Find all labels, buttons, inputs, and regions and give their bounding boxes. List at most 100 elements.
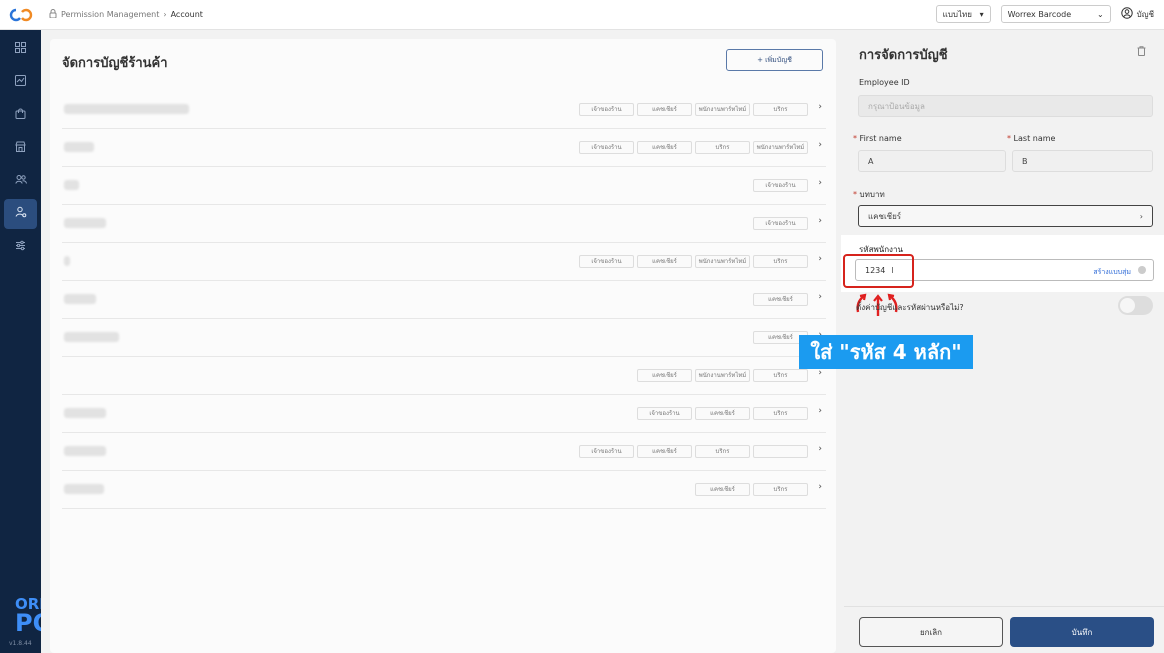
role-tag: เจ้าของร้าน — [637, 407, 692, 420]
pin-highlight-box — [843, 254, 914, 288]
chart-icon — [15, 74, 26, 89]
bag-icon — [15, 108, 26, 122]
role-tag: แคชเชียร์ — [695, 407, 750, 420]
table-row[interactable]: เจ้าของร้าน แคชเชียร์ บริกร › — [62, 395, 826, 433]
account-name-redacted — [64, 408, 106, 418]
account-name-redacted — [64, 180, 79, 190]
account-name-redacted — [64, 294, 96, 304]
role-tag: เจ้าของร้าน — [753, 217, 808, 230]
users-icon — [14, 174, 27, 188]
role-tag: แคชเชียร์ — [637, 369, 692, 382]
cancel-button[interactable]: ยกเลิก — [859, 617, 1003, 647]
sidebar-item-orders[interactable] — [0, 98, 41, 131]
chevron-right-icon: › — [818, 406, 822, 416]
first-name-label-text: First name — [859, 134, 902, 143]
sidebar-item-customers[interactable] — [0, 164, 41, 197]
sidebar-item-reports[interactable] — [0, 65, 41, 98]
chevron-right-icon: › — [163, 10, 167, 19]
instruction-callout: ใส่ "รหัส 4 หลัก" — [799, 335, 973, 369]
chevron-right-icon: › — [818, 444, 822, 454]
chevron-right-icon: › — [818, 140, 822, 150]
breadcrumb-current: Account — [170, 10, 203, 19]
sidebar — [0, 30, 41, 653]
chevron-right-icon: › — [818, 102, 822, 112]
lock-icon — [49, 9, 57, 20]
role-tag: พนักงานพาร์ทไทม์ — [695, 103, 750, 116]
store-icon — [15, 141, 26, 155]
role-tag: พนักงานพาร์ทไทม์ — [695, 369, 750, 382]
clear-icon[interactable] — [1138, 266, 1146, 274]
role-tag: เจ้าของร้าน — [753, 179, 808, 192]
table-row[interactable]: เจ้าของร้าน แคชเชียร์ พนักงานพาร์ทไทม์ บริก… — [62, 243, 826, 281]
account-name-redacted — [64, 446, 106, 456]
employee-id-placeholder: กรุณาป้อนข้อมูล — [868, 101, 925, 111]
set-account-password-label: ตั้งค่าบัญชีและรหัสผ่านหรือไม่? — [856, 303, 964, 312]
language-value: แบบไทย — [942, 9, 972, 19]
last-name-input[interactable]: B — [1012, 150, 1153, 172]
language-select[interactable]: แบบไทย ▾ — [935, 5, 991, 23]
chevron-right-icon: › — [818, 254, 822, 264]
account-name-redacted — [64, 256, 70, 266]
role-tag: บริกร — [753, 103, 808, 116]
table-row[interactable]: แคชเชียร์› — [62, 319, 826, 357]
last-name-label: * Last name — [1007, 134, 1056, 143]
role-tag: บริกร — [753, 369, 808, 382]
breadcrumb-parent[interactable]: Permission Management — [61, 10, 159, 19]
table-row[interactable]: เจ้าของร้าน แคชเชียร์ บริกร พนักงานพาร์ทไทม… — [62, 129, 826, 167]
sidebar-item-store[interactable] — [0, 131, 41, 164]
role-tag: บริกร — [753, 255, 808, 268]
account-name-redacted — [64, 142, 94, 152]
chevron-right-icon: › — [1139, 211, 1143, 221]
role-tag: เจ้าของร้าน — [579, 255, 634, 268]
role-label: * บทบาท — [853, 190, 885, 199]
breadcrumb: Permission Management › Account — [49, 9, 203, 20]
role-tag: บริกร — [695, 141, 750, 154]
last-name-label-text: Last name — [1013, 134, 1056, 143]
set-account-password-toggle[interactable] — [1118, 296, 1153, 315]
store-select[interactable]: Worrex Barcode ⌄ — [1000, 5, 1111, 23]
app-logo[interactable] — [0, 0, 41, 30]
role-select[interactable]: แคชเชียร์ › — [858, 205, 1153, 227]
employee-id-input[interactable]: กรุณาป้อนข้อมูล — [858, 95, 1153, 117]
table-row[interactable]: เจ้าของร้าน แคชเชียร์ บริกร › — [62, 433, 826, 471]
employee-id-label: Employee ID — [859, 78, 910, 87]
role-tag: บริกร — [753, 483, 808, 496]
role-tag: แคชเชียร์ — [753, 293, 808, 306]
table-row[interactable]: แคชเชียร์ พนักงานพาร์ทไทม์ บริกร › — [62, 357, 826, 395]
caret-down-icon: ▾ — [979, 9, 984, 19]
sidebar-item-dashboard[interactable] — [0, 32, 41, 65]
role-tag: บริกร — [753, 407, 808, 420]
role-value: แคชเชียร์ — [868, 211, 902, 221]
account-name-redacted — [64, 104, 189, 114]
account-menu[interactable]: บัญชี — [1120, 7, 1154, 21]
delete-button[interactable] — [1130, 41, 1152, 63]
sidebar-item-permissions[interactable] — [0, 197, 41, 230]
main-area: จัดการบัญชีร้านค้า + เพิ่มบัญชี เจ้าของร… — [41, 30, 844, 653]
role-tag: เจ้าของร้าน — [579, 141, 634, 154]
sliders-icon — [15, 240, 26, 254]
chevron-right-icon: › — [818, 368, 822, 378]
save-button[interactable]: บันทึก — [1010, 617, 1154, 647]
first-name-input[interactable]: A — [858, 150, 1006, 172]
top-bar: Permission Management › Account แบบไทย ▾… — [0, 0, 1164, 30]
role-tag: พนักงานพาร์ทไทม์ — [753, 141, 808, 154]
table-row[interactable]: เจ้าของร้าน › — [62, 167, 826, 205]
last-name-value: B — [1022, 156, 1028, 166]
account-name-redacted — [64, 332, 119, 342]
generate-random-pin-link[interactable]: สร้างแบบสุ่ม — [1093, 267, 1131, 278]
chevron-right-icon: › — [818, 178, 822, 188]
account-name-redacted — [64, 218, 106, 228]
user-icon — [1120, 7, 1133, 21]
account-list: เจ้าของร้าน แคชเชียร์ พนักงานพาร์ทไทม์ บริก… — [62, 91, 826, 509]
panel-title: การจัดการบัญชี — [859, 48, 948, 63]
sidebar-item-settings[interactable] — [0, 230, 41, 263]
store-value: Worrex Barcode — [1007, 9, 1072, 19]
page-title: จัดการบัญชีร้านค้า — [62, 56, 168, 71]
table-row[interactable]: แคชเชียร์› — [62, 281, 826, 319]
table-row[interactable]: เจ้าของร้าน › — [62, 205, 826, 243]
table-row[interactable]: แคชเชียร์ บริกร › — [62, 471, 826, 509]
trash-icon — [1137, 45, 1146, 59]
chevron-down-icon: ⌄ — [1096, 9, 1104, 19]
add-account-button[interactable]: + เพิ่มบัญชี — [726, 49, 823, 71]
table-row[interactable]: เจ้าของร้าน แคชเชียร์ พนักงานพาร์ทไทม์ บริก… — [62, 91, 826, 129]
